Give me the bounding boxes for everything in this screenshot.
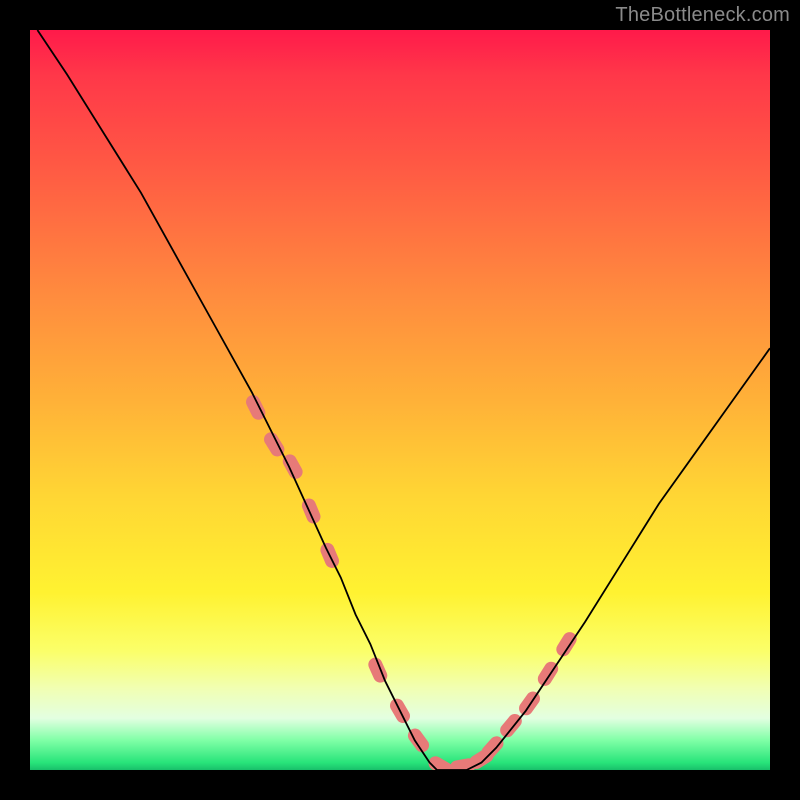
- curve-layer: [30, 30, 770, 770]
- highlight-dot: [300, 496, 323, 525]
- chart-frame: TheBottleneck.com: [0, 0, 800, 800]
- highlight-dot: [554, 629, 580, 658]
- highlight-dot: [366, 655, 389, 684]
- bottleneck-curve: [37, 30, 770, 770]
- plot-area: [30, 30, 770, 770]
- watermark-text: TheBottleneck.com: [615, 4, 790, 27]
- highlight-dot: [516, 689, 542, 718]
- highlight-dot: [497, 711, 524, 740]
